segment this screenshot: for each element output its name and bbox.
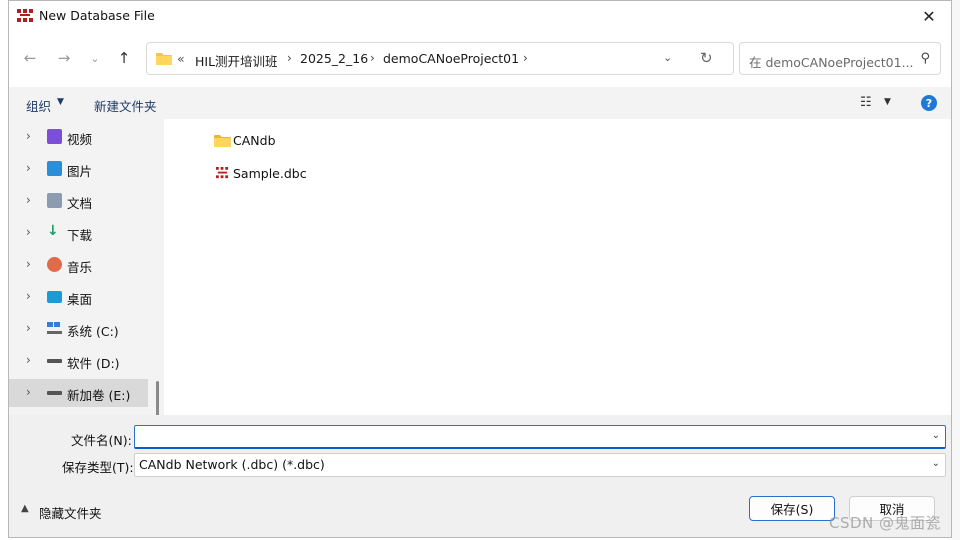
nav-item-drive-e[interactable]: › 新加卷 (E:) bbox=[9, 379, 148, 407]
refresh-icon[interactable]: ↻ bbox=[700, 49, 713, 67]
chevron-right-icon[interactable]: › bbox=[26, 289, 31, 303]
filename-label: 文件名(N): bbox=[71, 433, 132, 448]
candb-app-icon bbox=[17, 9, 33, 23]
hide-folders-toggle[interactable]: ▲ 隐藏文件夹 bbox=[21, 501, 141, 523]
caret-down-icon[interactable]: ▼ bbox=[884, 97, 891, 107]
nav-item-label: 系统 (C:) bbox=[67, 324, 119, 339]
watermark-text: CSDN @鬼面瓷 bbox=[829, 514, 942, 532]
nav-item-music[interactable]: › 音乐 bbox=[9, 251, 148, 279]
arrow-left-icon: ← bbox=[23, 49, 37, 67]
window-title: New Database File bbox=[39, 8, 155, 23]
chevron-right-icon[interactable]: › bbox=[26, 257, 31, 271]
view-options-icon[interactable]: ☷ bbox=[860, 95, 872, 110]
title-bar: New Database File ✕ bbox=[9, 1, 951, 31]
filename-field[interactable]: ⌄ bbox=[134, 425, 946, 449]
nav-item-drive-c[interactable]: › 系统 (C:) bbox=[9, 315, 148, 343]
search-placeholder: 在 demoCANoeProject01... bbox=[749, 55, 914, 70]
chevron-down-icon[interactable]: ⌄ bbox=[932, 458, 940, 469]
command-bar: 组织 ▼ 新建文件夹 ☷ ▼ ? bbox=[9, 87, 951, 119]
breadcrumb-overflow[interactable]: « bbox=[177, 51, 185, 66]
chevron-down-icon[interactable]: ⌄ bbox=[932, 430, 940, 441]
save-dialog: New Database File ✕ ← → ⌄ ↑ « HIL测开培训班 ›… bbox=[8, 0, 952, 538]
search-icon: ⚲ bbox=[920, 51, 930, 66]
up-button[interactable]: ↑ bbox=[113, 47, 135, 69]
dbc-file-icon bbox=[216, 167, 229, 179]
address-bar[interactable]: « HIL测开培训班 › 2025_2_16 › demoCANoeProjec… bbox=[146, 42, 734, 75]
search-input[interactable]: 在 demoCANoeProject01... ⚲ bbox=[739, 42, 941, 75]
chevron-right-icon[interactable]: › bbox=[26, 193, 31, 207]
breadcrumb-item[interactable]: HIL测开培训班 bbox=[195, 51, 278, 70]
nav-item-label: 音乐 bbox=[67, 260, 93, 275]
caret-down-icon[interactable]: ▼ bbox=[57, 97, 64, 107]
help-icon[interactable]: ? bbox=[921, 95, 937, 111]
desktop-icon bbox=[47, 291, 62, 303]
breadcrumb-separator-icon[interactable]: › bbox=[287, 51, 292, 65]
back-button[interactable]: ← bbox=[19, 47, 41, 69]
save-form: 文件名(N): ⌄ 保存类型(T): CANdb Network (.dbc) … bbox=[9, 415, 951, 537]
document-icon bbox=[47, 193, 62, 208]
caret-up-icon: ▲ bbox=[21, 503, 29, 514]
nav-item-pictures[interactable]: › 图片 bbox=[9, 155, 148, 183]
recent-locations-button[interactable]: ⌄ bbox=[84, 47, 106, 69]
file-name: Sample.dbc bbox=[233, 166, 307, 181]
breadcrumb-item[interactable]: 2025_2_16 bbox=[300, 51, 368, 66]
address-history-chevron-icon[interactable]: ⌄ bbox=[663, 51, 672, 64]
chevron-right-icon[interactable]: › bbox=[26, 385, 31, 399]
folder-icon bbox=[214, 135, 231, 147]
chevron-right-icon[interactable]: › bbox=[26, 353, 31, 367]
close-icon: ✕ bbox=[922, 6, 936, 26]
file-name: CANdb bbox=[233, 133, 276, 148]
navigation-pane: › 视频 › 图片 › 文档 › ↓ 下载 › 音乐 › 桌面 › 系统 (C:… bbox=[9, 119, 164, 477]
breadcrumb-separator-icon[interactable]: › bbox=[523, 51, 528, 65]
chevron-right-icon[interactable]: › bbox=[26, 161, 31, 175]
nav-item-documents[interactable]: › 文档 bbox=[9, 187, 148, 215]
hide-folders-label: 隐藏文件夹 bbox=[39, 506, 102, 521]
nav-item-drive-d[interactable]: › 软件 (D:) bbox=[9, 347, 148, 375]
nav-item-label: 图片 bbox=[67, 164, 93, 179]
drive-c-icon bbox=[47, 321, 62, 336]
forward-button[interactable]: → bbox=[53, 47, 75, 69]
chevron-right-icon[interactable]: › bbox=[26, 321, 31, 335]
file-list: CANdb Sample.dbc bbox=[164, 119, 951, 415]
chevron-down-icon: ⌄ bbox=[90, 51, 100, 65]
nav-item-label: 桌面 bbox=[67, 292, 93, 307]
drive-e-icon bbox=[47, 385, 62, 400]
video-icon bbox=[47, 129, 62, 144]
nav-item-desktop[interactable]: › 桌面 bbox=[9, 283, 148, 311]
nav-item-downloads[interactable]: › ↓ 下载 bbox=[9, 219, 148, 247]
breadcrumb-item[interactable]: demoCANoeProject01 bbox=[383, 51, 519, 66]
organize-button[interactable]: 组织 bbox=[26, 96, 51, 115]
nav-item-label: 软件 (D:) bbox=[67, 356, 120, 371]
nav-item-label: 下载 bbox=[67, 228, 93, 243]
save-button[interactable]: 保存(S) bbox=[749, 496, 835, 521]
filetype-value: CANdb Network (.dbc) (*.dbc) bbox=[139, 457, 325, 472]
new-folder-button[interactable]: 新建文件夹 bbox=[94, 96, 157, 115]
filetype-select[interactable]: CANdb Network (.dbc) (*.dbc) ⌄ bbox=[134, 453, 946, 477]
nav-item-label: 新加卷 (E:) bbox=[67, 388, 131, 403]
download-icon: ↓ bbox=[47, 223, 59, 239]
nav-item-label: 文档 bbox=[67, 196, 93, 211]
background-strip bbox=[952, 0, 960, 540]
nav-item-label: 视频 bbox=[67, 132, 93, 147]
drive-d-icon bbox=[47, 353, 62, 368]
breadcrumb-separator-icon[interactable]: › bbox=[370, 51, 375, 65]
folder-icon bbox=[156, 53, 172, 65]
close-button[interactable]: ✕ bbox=[907, 1, 951, 31]
nav-item-videos[interactable]: › 视频 bbox=[9, 123, 148, 151]
chevron-right-icon[interactable]: › bbox=[26, 129, 31, 143]
arrow-up-icon: ↑ bbox=[117, 49, 131, 67]
music-icon bbox=[47, 257, 62, 272]
chevron-right-icon[interactable]: › bbox=[26, 225, 31, 239]
filetype-label: 保存类型(T): bbox=[62, 460, 134, 475]
arrow-right-icon: → bbox=[57, 49, 71, 67]
picture-icon bbox=[47, 161, 62, 176]
